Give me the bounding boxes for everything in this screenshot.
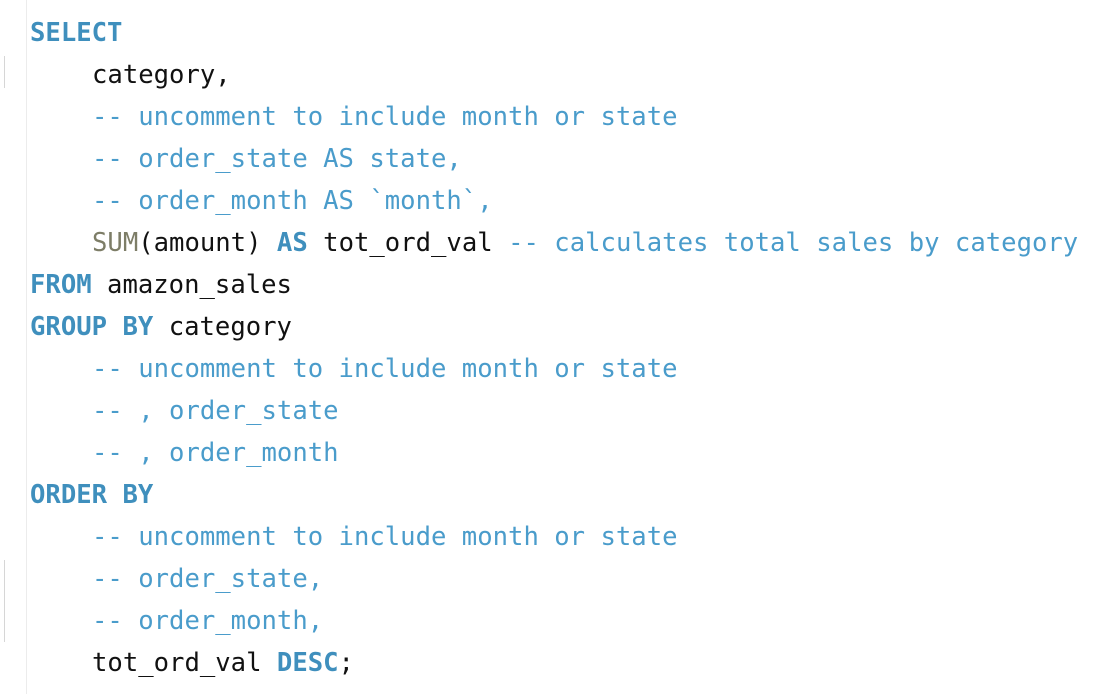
code-line[interactable]: tot_ord_val DESC;	[30, 642, 1078, 684]
sql-keyword: DESC	[276, 648, 339, 678]
change-marker	[4, 560, 5, 642]
sql-text: category,	[92, 60, 231, 90]
sql-comment: -- order_month,	[92, 606, 324, 636]
sql-comment: -- order_state AS state,	[92, 144, 462, 174]
code-line[interactable]: -- uncomment to include month or state	[30, 348, 1078, 390]
sql-comment: -- uncomment to include month or state	[92, 354, 678, 384]
sql-comment: -- calculates total sales by category	[508, 228, 1079, 258]
sql-comment: -- uncomment to include month or state	[92, 522, 678, 552]
sql-keyword: SELECT	[30, 18, 123, 48]
sql-keyword: FROM	[30, 270, 92, 300]
sql-text: tot_ord_val	[92, 648, 277, 678]
code-line[interactable]: -- order_month,	[30, 600, 1078, 642]
code-line[interactable]: ORDER BY	[30, 474, 1078, 516]
code-line[interactable]: FROM amazon_sales	[30, 264, 1078, 306]
sql-text: (amount)	[138, 228, 277, 258]
change-marker	[4, 56, 5, 88]
sql-comment: -- order_month AS `month`,	[92, 186, 493, 216]
code-line[interactable]: -- , order_month	[30, 432, 1078, 474]
sql-comment: -- order_state,	[92, 564, 324, 594]
sql-comment: -- , order_month	[92, 438, 339, 468]
sql-keyword: GROUP BY	[30, 312, 154, 342]
code-line[interactable]: GROUP BY category	[30, 306, 1078, 348]
sql-text: amazon_sales	[91, 270, 292, 300]
sql-text: category	[153, 312, 292, 342]
code-line[interactable]: -- uncomment to include month or state	[30, 96, 1078, 138]
code-line[interactable]: -- order_state,	[30, 558, 1078, 600]
sql-function: SUM	[92, 228, 139, 258]
code-line[interactable]: SELECT	[30, 12, 1078, 54]
sql-keyword: ORDER BY	[30, 480, 154, 510]
code-line[interactable]: category,	[30, 54, 1078, 96]
sql-text: ;	[338, 648, 354, 678]
sql-text: tot_ord_val	[307, 228, 509, 258]
sql-comment: -- , order_state	[92, 396, 339, 426]
code-line[interactable]: -- uncomment to include month or state	[30, 516, 1078, 558]
sql-code[interactable]: SELECT category, -- uncomment to include m…	[30, 12, 1078, 684]
change-marker	[26, 0, 27, 694]
code-line[interactable]: -- order_month AS `month`,	[30, 180, 1078, 222]
code-line[interactable]: -- , order_state	[30, 390, 1078, 432]
code-editor[interactable]: SELECT category, -- uncomment to include m…	[0, 0, 1112, 694]
code-line[interactable]: SUM(amount) AS tot_ord_val -- calculates…	[30, 222, 1078, 264]
sql-keyword: AS	[276, 228, 308, 258]
code-line[interactable]: -- order_state AS state,	[30, 138, 1078, 180]
sql-comment: -- uncomment to include month or state	[92, 102, 678, 132]
